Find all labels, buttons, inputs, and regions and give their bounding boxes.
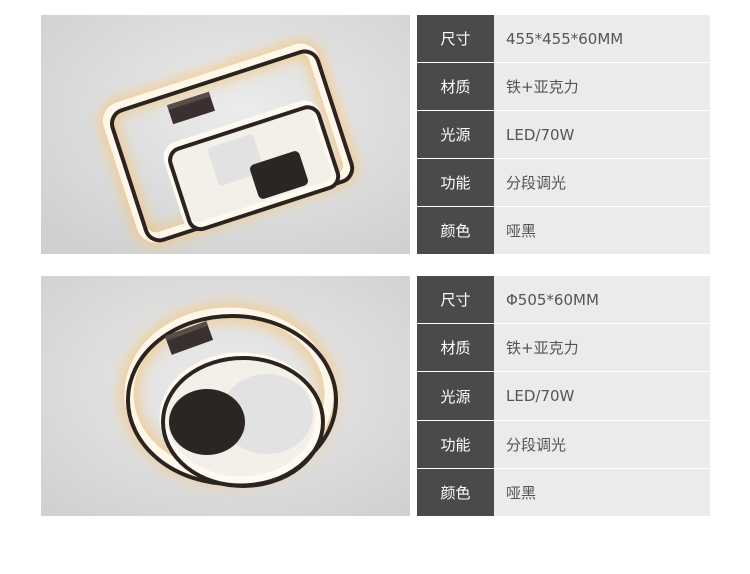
spec-key: 光源: [417, 111, 494, 158]
spec-row-function: 功能 分段调光: [417, 420, 710, 468]
spec-key: 材质: [417, 63, 494, 110]
spec-value: 分段调光: [494, 420, 710, 468]
spec-row-size: 尺寸 455*455*60MM: [417, 15, 710, 62]
spec-row-material: 材质 铁+亚克力: [417, 63, 710, 110]
spec-key: 光源: [417, 372, 494, 420]
spec-value: 哑黑: [494, 468, 710, 517]
spec-row-light-source: 光源 LED/70W: [417, 111, 710, 158]
product-square: 尺寸 455*455*60MM 材质 铁+亚克力 光源 LED/70W 功能 分…: [41, 15, 710, 254]
spec-value: LED/70W: [494, 372, 710, 420]
spec-row-light-source: 光源 LED/70W: [417, 372, 710, 420]
spec-value: 哑黑: [494, 207, 710, 254]
spec-value: 455*455*60MM: [494, 15, 710, 62]
spec-key: 尺寸: [417, 15, 494, 62]
spec-key: 颜色: [417, 207, 494, 254]
square-lamp-image: [41, 15, 410, 254]
spec-row-color: 颜色 哑黑: [417, 468, 710, 517]
round-lamp-image: [41, 276, 410, 516]
spec-key: 尺寸: [417, 276, 494, 324]
spec-key: 材质: [417, 324, 494, 372]
spec-key: 颜色: [417, 468, 494, 517]
spec-row-function: 功能 分段调光: [417, 159, 710, 206]
product-round: 尺寸 Φ505*60MM 材质 铁+亚克力 光源 LED/70W 功能 分段调光…: [41, 276, 710, 517]
spec-value: 铁+亚克力: [494, 63, 710, 110]
spec-key: 功能: [417, 420, 494, 468]
spec-value: Φ505*60MM: [494, 276, 710, 324]
square-lamp-photo: [41, 15, 410, 254]
spec-value: 铁+亚克力: [494, 324, 710, 372]
round-lamp-photo: [41, 276, 410, 516]
spec-row-color: 颜色 哑黑: [417, 207, 710, 254]
spec-value: 分段调光: [494, 159, 710, 206]
spec-row-size: 尺寸 Φ505*60MM: [417, 276, 710, 324]
spec-row-material: 材质 铁+亚克力: [417, 324, 710, 372]
spec-key: 功能: [417, 159, 494, 206]
spec-table-square: 尺寸 455*455*60MM 材质 铁+亚克力 光源 LED/70W 功能 分…: [417, 15, 710, 254]
spec-value: LED/70W: [494, 111, 710, 158]
spec-table-round: 尺寸 Φ505*60MM 材质 铁+亚克力 光源 LED/70W 功能 分段调光…: [417, 276, 710, 517]
